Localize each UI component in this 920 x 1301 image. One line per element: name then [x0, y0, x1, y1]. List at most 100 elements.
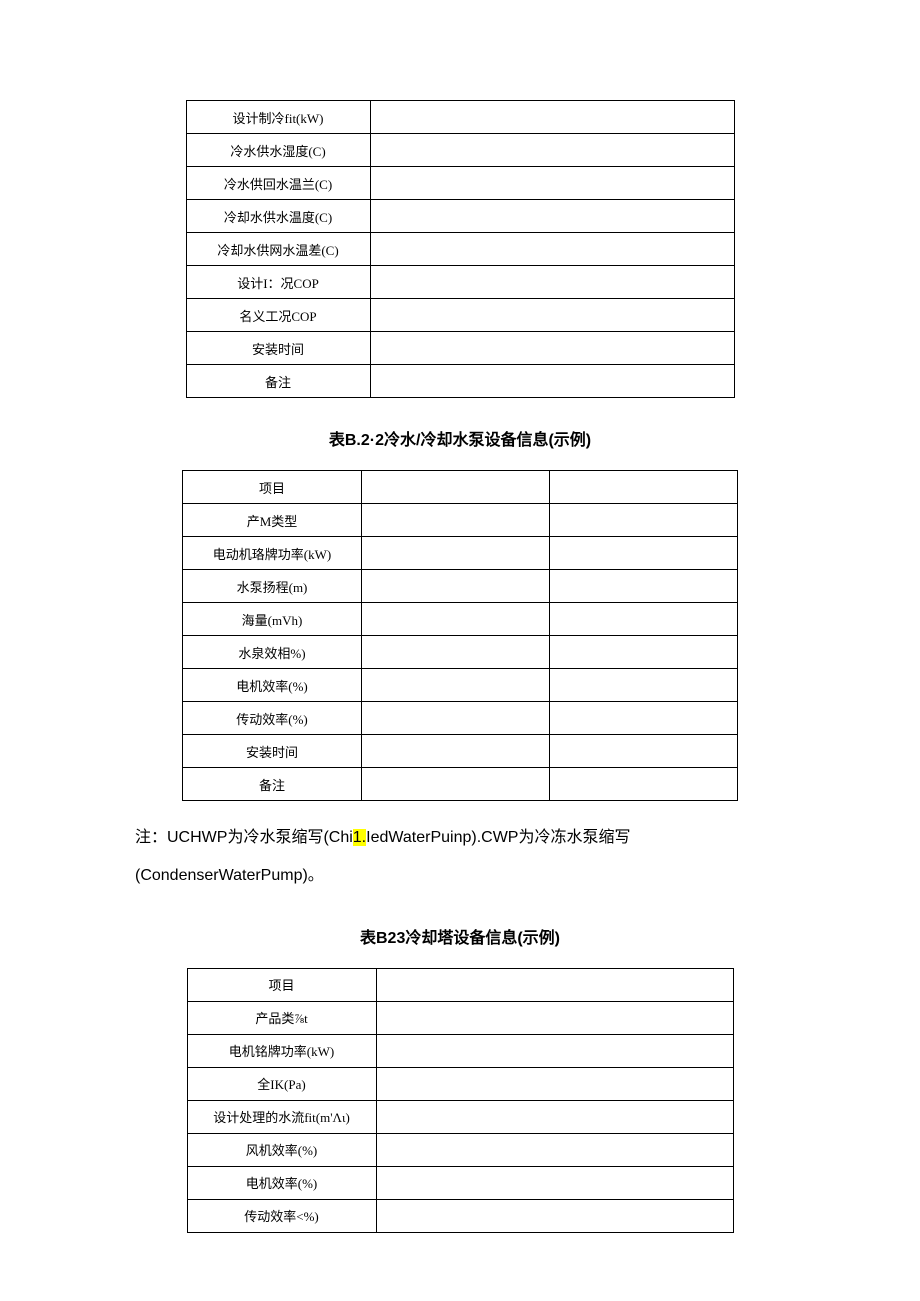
table-row: 电机效率(%) [183, 669, 738, 702]
row-label: 设计I：况COP [186, 266, 370, 299]
table-row: 安装时间 [186, 332, 734, 365]
table-row: 水泉效相%) [183, 636, 738, 669]
row-value [550, 636, 738, 669]
row-label: 设计处理的水流fit(m'Λι) [187, 1100, 376, 1133]
table-row: 冷却水供网水温差(C) [186, 233, 734, 266]
row-label: 冷水供水湿度(C) [186, 134, 370, 167]
footnote: 注：UCHWP为冷水泵缩写(Chi1.IedWaterPuinp).CWP为冷冻… [135, 819, 785, 896]
row-value [550, 702, 738, 735]
row-value [550, 603, 738, 636]
table-pump-info: 项目 产M类型 电动机珞牌功率(kW) 水泵扬程(m) 海量(mVh) 水泉效相… [182, 470, 738, 801]
row-value [550, 735, 738, 768]
table-row: 电机铭牌功率(kW) [187, 1034, 733, 1067]
row-value [376, 1133, 733, 1166]
row-value [370, 101, 734, 134]
note-mid: IedWaterPuinp).CWP为冷冻水泵缩写 [366, 829, 630, 846]
row-value [362, 570, 550, 603]
highlighted-text: 1. [353, 829, 366, 846]
row-label: 电机效率(%) [183, 669, 362, 702]
row-value [370, 365, 734, 398]
row-label: 风机效率(%) [187, 1133, 376, 1166]
row-label: 全IK(Pa) [187, 1067, 376, 1100]
row-label: 冷水供回水温兰(C) [186, 167, 370, 200]
table-row: 产品类⅞t [187, 1001, 733, 1034]
table-caption-b23: 表B23冷却塔设备信息(示例) [135, 924, 785, 948]
table-row: 传动效率(%) [183, 702, 738, 735]
table-row: 传动效率<%) [187, 1199, 733, 1232]
table-row: 电动机珞牌功率(kW) [183, 537, 738, 570]
table-row: 冷水供水湿度(C) [186, 134, 734, 167]
table-row: 全IK(Pa) [187, 1067, 733, 1100]
row-value [362, 537, 550, 570]
table-row: 冷却水供水温度(C) [186, 200, 734, 233]
table-chiller-info: 设计制冷fit(kW) 冷水供水湿度(C) 冷水供回水温兰(C) 冷却水供水温度… [186, 100, 735, 398]
row-label: 电机效率(%) [187, 1166, 376, 1199]
table-row: 风机效率(%) [187, 1133, 733, 1166]
table-row: 名义工况COP [186, 299, 734, 332]
row-label: 名义工况COP [186, 299, 370, 332]
row-label: 产M类型 [183, 504, 362, 537]
row-value [362, 471, 550, 504]
table-row: 电机效率(%) [187, 1166, 733, 1199]
row-value [376, 1067, 733, 1100]
row-value [370, 332, 734, 365]
table-row: 水泵扬程(m) [183, 570, 738, 603]
row-value [370, 266, 734, 299]
row-value [370, 233, 734, 266]
table-row: 安装时间 [183, 735, 738, 768]
row-label: 设计制冷fit(kW) [186, 101, 370, 134]
table-row: 设计处理的水流fit(m'Λι) [187, 1100, 733, 1133]
row-value [370, 299, 734, 332]
row-value [550, 471, 738, 504]
row-value [362, 636, 550, 669]
table-row: 冷水供回水温兰(C) [186, 167, 734, 200]
row-label: 冷却水供网水温差(C) [186, 233, 370, 266]
row-value [550, 504, 738, 537]
table-row: 备注 [186, 365, 734, 398]
table-row: 海量(mVh) [183, 603, 738, 636]
row-value [376, 968, 733, 1001]
table-row: 产M类型 [183, 504, 738, 537]
row-label: 海量(mVh) [183, 603, 362, 636]
row-value [376, 1100, 733, 1133]
row-label: 备注 [186, 365, 370, 398]
row-label: 电机铭牌功率(kW) [187, 1034, 376, 1067]
row-label: 水泉效相%) [183, 636, 362, 669]
row-value [362, 768, 550, 801]
note-line2: (CondenserWaterPump)。 [135, 867, 324, 884]
row-value [362, 735, 550, 768]
note-prefix: 注：UCHWP为冷水泵缩写(Chi [135, 829, 353, 846]
row-label: 电动机珞牌功率(kW) [183, 537, 362, 570]
row-value [376, 1199, 733, 1232]
table-row: 项目 [187, 968, 733, 1001]
row-value [362, 669, 550, 702]
row-value [370, 200, 734, 233]
row-value [370, 134, 734, 167]
row-value [370, 167, 734, 200]
table-row: 备注 [183, 768, 738, 801]
table-row: 设计制冷fit(kW) [186, 101, 734, 134]
row-value [362, 702, 550, 735]
row-label: 安装时间 [186, 332, 370, 365]
row-label: 传动效率<%) [187, 1199, 376, 1232]
row-value [376, 1001, 733, 1034]
row-label: 项目 [183, 471, 362, 504]
table-cooling-tower-info: 项目 产品类⅞t 电机铭牌功率(kW) 全IK(Pa) 设计处理的水流fit(m… [187, 968, 734, 1233]
row-value [362, 603, 550, 636]
row-label: 产品类⅞t [187, 1001, 376, 1034]
row-value [550, 768, 738, 801]
row-value [376, 1034, 733, 1067]
row-value [550, 570, 738, 603]
row-label: 项目 [187, 968, 376, 1001]
row-value [550, 669, 738, 702]
row-label: 备注 [183, 768, 362, 801]
row-label: 安装时间 [183, 735, 362, 768]
table-row: 设计I：况COP [186, 266, 734, 299]
row-label: 冷却水供水温度(C) [186, 200, 370, 233]
row-value [550, 537, 738, 570]
row-value [362, 504, 550, 537]
row-value [376, 1166, 733, 1199]
table-row: 项目 [183, 471, 738, 504]
row-label: 水泵扬程(m) [183, 570, 362, 603]
row-label: 传动效率(%) [183, 702, 362, 735]
